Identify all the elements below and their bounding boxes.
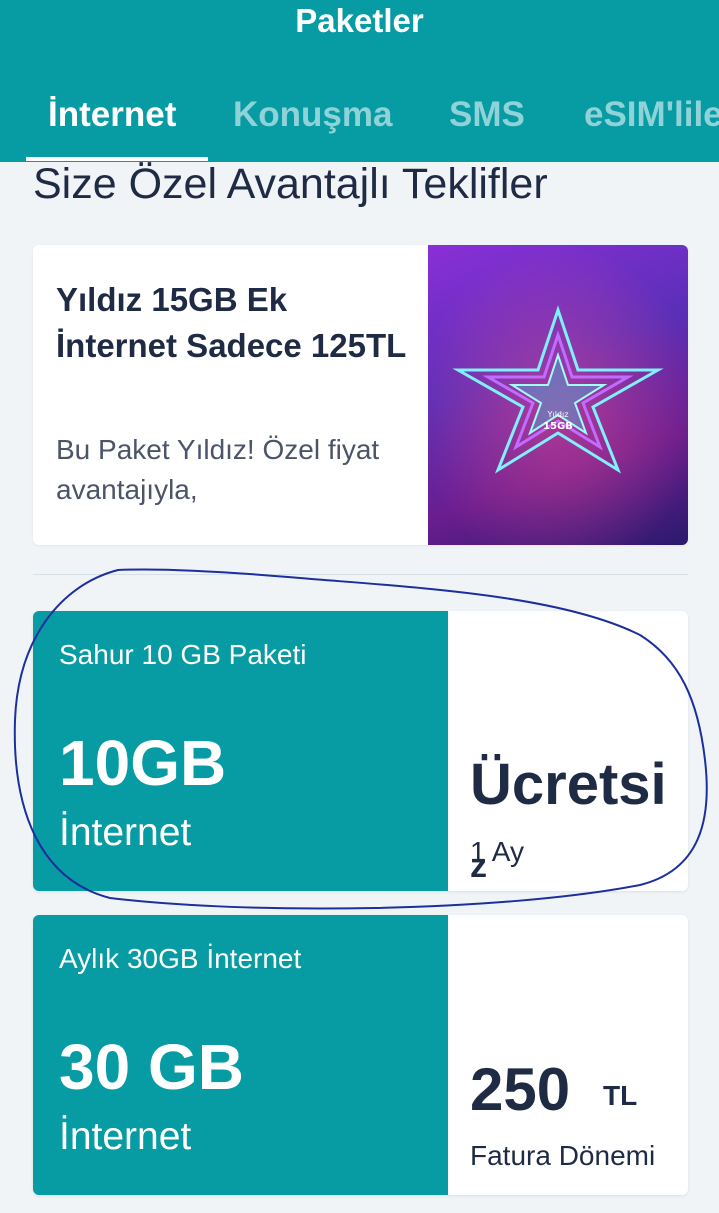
price-value: 250: [470, 1056, 571, 1123]
package-amount: 30 GB: [59, 1031, 244, 1103]
package-name: Sahur 10 GB Paketi: [59, 639, 307, 670]
package-amount: 10GB: [59, 727, 227, 799]
package-price: 250 TL Fatura Dönemi: [448, 915, 688, 1195]
tab-bar: İnternet Konuşma SMS eSIM'lile: [0, 95, 719, 162]
package-card[interactable]: Aylık 30GB İnternet 30 GB İnternet 250 T…: [33, 915, 688, 1195]
package-info: Aylık 30GB İnternet 30 GB İnternet: [33, 915, 448, 1195]
tab-sms[interactable]: SMS: [449, 95, 525, 135]
package-price: Ücretsi 1 Ay z: [448, 611, 688, 891]
tab-esim[interactable]: eSIM'lile: [584, 95, 719, 135]
package-type: İnternet: [59, 811, 192, 854]
offer-title: Yıldız 15GB Ek İnternet Sadece 125TL: [56, 281, 407, 364]
divider: [33, 574, 688, 575]
price-value: Ücretsi: [470, 752, 667, 817]
package-card[interactable]: Sahur 10 GB Paketi 10GB İnternet Ücretsi…: [33, 611, 688, 891]
tab-konusma[interactable]: Konuşma: [233, 95, 392, 135]
offer-star-image: Yıldız 15GB: [428, 245, 688, 545]
package-info: Sahur 10 GB Paketi 10GB İnternet: [33, 611, 448, 891]
offer-card[interactable]: Yıldız 15GB Ek İnternet Sadece 125TL Bu …: [33, 245, 688, 545]
star-icon: Yıldız 15GB: [428, 245, 688, 545]
tab-internet[interactable]: İnternet: [48, 95, 176, 135]
app-header: Paketler İnternet Konuşma SMS eSIM'lile: [0, 0, 719, 162]
offer-description: Bu Paket Yıldız! Özel fiyat avantajıyla,: [56, 434, 380, 505]
price-value-overflow: z: [470, 847, 487, 881]
page-title: Paketler: [295, 2, 424, 39]
price-currency: TL: [603, 1080, 638, 1111]
offer-image-label-1: Yıldız: [547, 410, 569, 419]
offer-image-label-2: 15GB: [543, 421, 573, 432]
package-name: Aylık 30GB İnternet: [59, 943, 302, 974]
section-title: Size Özel Avantajlı Teklifler: [33, 160, 548, 208]
package-type: İnternet: [59, 1115, 192, 1158]
billing-period: Fatura Dönemi: [470, 1140, 656, 1171]
